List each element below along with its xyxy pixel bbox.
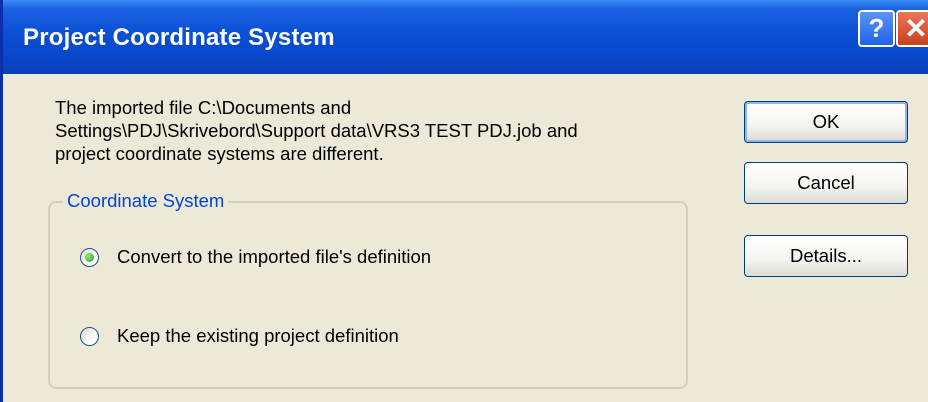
- radio-button-unselected[interactable]: [80, 326, 99, 346]
- message-line: Settings\PDJ\Skrivebord\Support data\VRS…: [55, 120, 578, 141]
- cancel-button[interactable]: Cancel: [744, 162, 908, 204]
- message-text: The imported file C:\Documents and Setti…: [55, 96, 715, 165]
- group-label: Coordinate System: [63, 190, 229, 212]
- close-icon: ✕: [904, 13, 928, 44]
- details-button[interactable]: Details...: [744, 235, 908, 277]
- radio-keep-option[interactable]: Keep the existing project definition: [80, 324, 399, 348]
- radio-convert-label[interactable]: Convert to the imported file's definitio…: [117, 246, 431, 268]
- ok-button[interactable]: OK: [744, 101, 908, 143]
- dialog-title: Project Coordinate System: [23, 24, 335, 51]
- message-line: project coordinate systems are different…: [55, 143, 384, 164]
- message-line: The imported file C:\Documents and: [55, 97, 352, 118]
- title-bar[interactable]: Project Coordinate System ? ✕: [3, 0, 928, 74]
- radio-keep-label[interactable]: Keep the existing project definition: [117, 325, 399, 347]
- close-button[interactable]: ✕: [896, 10, 928, 47]
- help-button[interactable]: ?: [858, 10, 895, 47]
- help-icon: ?: [868, 13, 885, 43]
- radio-button-selected[interactable]: [80, 247, 99, 267]
- radio-convert-option[interactable]: Convert to the imported file's definitio…: [80, 245, 431, 269]
- radio-selected-dot: [85, 252, 94, 262]
- coordinate-system-group: [48, 201, 688, 389]
- dialog-window: Project Coordinate System ? ✕ The import…: [0, 0, 928, 402]
